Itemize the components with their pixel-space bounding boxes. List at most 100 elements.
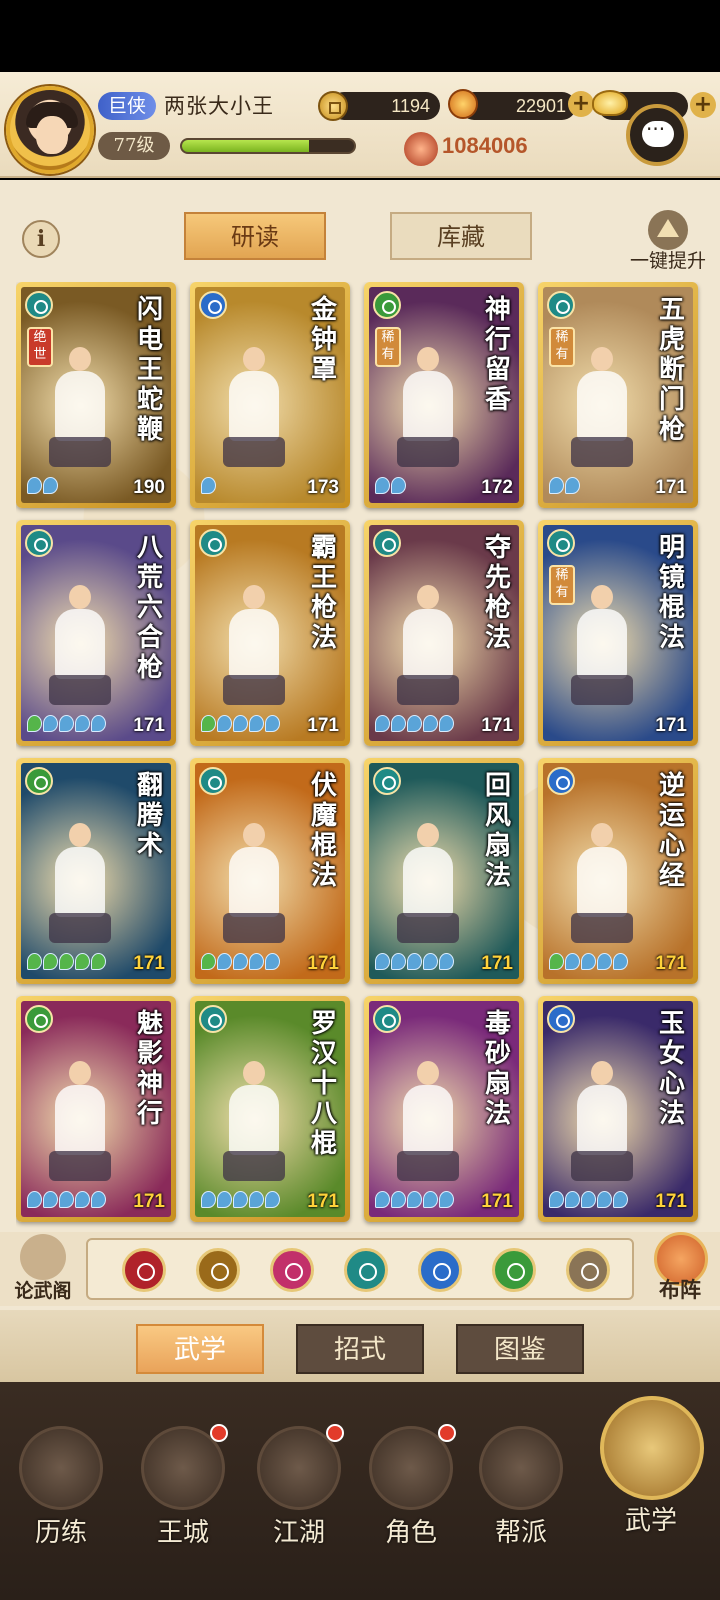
spear-filter-icon[interactable] bbox=[196, 1248, 240, 1292]
nav-jianghu[interactable]: 江湖 bbox=[244, 1412, 354, 1552]
rarity-badge: 稀有 bbox=[549, 327, 575, 367]
fan-filter-icon[interactable] bbox=[344, 1248, 388, 1292]
drop-icon bbox=[597, 953, 612, 970]
skill-name: 金钟罩 bbox=[310, 295, 337, 385]
training-icon bbox=[19, 1426, 103, 1510]
title-badge: 巨侠 bbox=[98, 92, 156, 120]
formation-button[interactable]: 布阵 bbox=[644, 1232, 716, 1306]
drop-icon bbox=[217, 715, 232, 732]
nav-character[interactable]: 角色 bbox=[356, 1412, 466, 1552]
subtab-martial-arts[interactable]: 武学 bbox=[136, 1324, 264, 1374]
card-art: 毒砂扇法 171 bbox=[369, 1001, 519, 1217]
skill-card[interactable]: 夺先枪法 171 bbox=[364, 520, 524, 746]
card-art: 伏魔棍法 171 bbox=[195, 763, 345, 979]
fist-filter-icon[interactable] bbox=[270, 1248, 314, 1292]
card-art: 金钟罩 173 bbox=[195, 287, 345, 503]
hero-figure bbox=[393, 1061, 463, 1181]
hero-figure bbox=[393, 347, 463, 467]
discuss-pavilion-button[interactable]: 论武阁 bbox=[6, 1234, 80, 1304]
skill-name: 闪电王蛇鞭 bbox=[136, 295, 163, 445]
fan-type-icon bbox=[547, 529, 575, 557]
arrow-up-filter-icon[interactable] bbox=[566, 1248, 610, 1292]
notification-dot bbox=[438, 1424, 456, 1442]
star-drops bbox=[375, 715, 455, 735]
subtab-moves[interactable]: 招式 bbox=[296, 1324, 424, 1374]
skill-card[interactable]: 稀有 神行留香 172 bbox=[364, 282, 524, 508]
skill-card[interactable]: 毒砂扇法 171 bbox=[364, 996, 524, 1222]
filter-bar: 论武阁 布阵 bbox=[0, 1232, 720, 1306]
skill-card[interactable]: 玉女心法 171 bbox=[538, 996, 698, 1222]
drop-icon bbox=[581, 953, 596, 970]
rarity-badge: 稀有 bbox=[375, 327, 401, 367]
skill-name: 罗汉十八棍 bbox=[310, 1009, 337, 1159]
fan-type-icon bbox=[199, 529, 227, 557]
skill-card[interactable]: 八荒六合枪 171 bbox=[16, 520, 176, 746]
skill-card[interactable]: 稀有 明镜棍法 171 bbox=[538, 520, 698, 746]
guild-emblem-icon bbox=[479, 1426, 563, 1510]
discuss-pavilion-icon bbox=[20, 1234, 66, 1280]
nav-royal-city[interactable]: 王城 bbox=[128, 1412, 238, 1552]
card-art: 夺先枪法 171 bbox=[369, 525, 519, 741]
drop-icon bbox=[201, 715, 216, 732]
skill-level: 171 bbox=[133, 1191, 165, 1212]
drop-icon bbox=[43, 715, 58, 732]
card-art: 稀有 明镜棍法 171 bbox=[543, 525, 693, 741]
skill-level: 171 bbox=[655, 953, 687, 974]
skill-card[interactable]: 稀有 五虎断门枪 171 bbox=[538, 282, 698, 508]
yinyang-filter-icon[interactable] bbox=[418, 1248, 462, 1292]
skill-name: 五虎断门枪 bbox=[658, 295, 685, 445]
skill-card[interactable]: 魅影神行 171 bbox=[16, 996, 176, 1222]
skill-card[interactable]: 金钟罩 173 bbox=[190, 282, 350, 508]
fan-type-icon bbox=[199, 1005, 227, 1033]
skill-card[interactable]: 霸王枪法 171 bbox=[190, 520, 350, 746]
drop-icon bbox=[375, 715, 390, 732]
tab-study[interactable]: 研读 bbox=[184, 212, 326, 260]
drop-icon bbox=[233, 715, 248, 732]
skill-name: 魅影神行 bbox=[136, 1009, 163, 1129]
formation-label: 布阵 bbox=[659, 1277, 701, 1302]
tab-storage[interactable]: 库藏 bbox=[390, 212, 532, 260]
drop-icon bbox=[43, 477, 58, 494]
fan-type-icon bbox=[25, 291, 53, 319]
star-drops bbox=[201, 477, 217, 497]
rarity-badge: 稀有 bbox=[549, 565, 575, 605]
drop-icon bbox=[75, 953, 90, 970]
hero-figure bbox=[567, 1061, 637, 1181]
skill-card[interactable]: 翻腾术 171 bbox=[16, 758, 176, 984]
skill-name: 神行留香 bbox=[484, 295, 511, 415]
add-gold-plus-icon[interactable]: + bbox=[690, 92, 716, 118]
nav-label: 王城 bbox=[156, 1518, 209, 1548]
player-avatar[interactable] bbox=[6, 86, 94, 174]
skill-name: 玉女心法 bbox=[658, 1009, 685, 1129]
chat-button[interactable] bbox=[626, 104, 688, 166]
combat-power-value: 1084006 bbox=[442, 133, 528, 158]
star-drops bbox=[201, 715, 281, 735]
gourd-filter-icon[interactable] bbox=[492, 1248, 536, 1292]
drop-icon bbox=[249, 1191, 264, 1208]
drop-icon bbox=[233, 953, 248, 970]
hero-figure bbox=[393, 823, 463, 943]
nav-guild[interactable]: 帮派 bbox=[466, 1412, 576, 1552]
drop-icon bbox=[233, 1191, 248, 1208]
info-button[interactable]: i bbox=[22, 220, 60, 258]
nav-martial-arts[interactable]: 武学 bbox=[596, 1396, 706, 1536]
sword-filter-icon[interactable] bbox=[122, 1248, 166, 1292]
add-orb-plus-icon[interactable]: + bbox=[568, 91, 594, 117]
fan-type-icon bbox=[373, 1005, 401, 1033]
skill-card[interactable]: 伏魔棍法 171 bbox=[190, 758, 350, 984]
hero-figure bbox=[45, 1061, 115, 1181]
hero-figure bbox=[567, 585, 637, 705]
nav-training[interactable]: 历练 bbox=[6, 1412, 116, 1552]
nav-label: 角色 bbox=[384, 1518, 437, 1548]
skill-card[interactable]: 罗汉十八棍 171 bbox=[190, 996, 350, 1222]
upgrade-all-button[interactable]: 一键提升 bbox=[620, 210, 716, 272]
card-art: 回风扇法 171 bbox=[369, 763, 519, 979]
skill-level: 171 bbox=[655, 1191, 687, 1212]
nav-label: 历练 bbox=[34, 1518, 87, 1548]
skill-card[interactable]: 逆运心经 171 bbox=[538, 758, 698, 984]
skill-level: 190 bbox=[133, 477, 165, 498]
subtab-codex[interactable]: 图鉴 bbox=[456, 1324, 584, 1374]
skill-card[interactable]: 回风扇法 171 bbox=[364, 758, 524, 984]
skill-card[interactable]: 绝世 闪电王蛇鞭 190 bbox=[16, 282, 176, 508]
skill-name: 八荒六合枪 bbox=[136, 533, 163, 683]
